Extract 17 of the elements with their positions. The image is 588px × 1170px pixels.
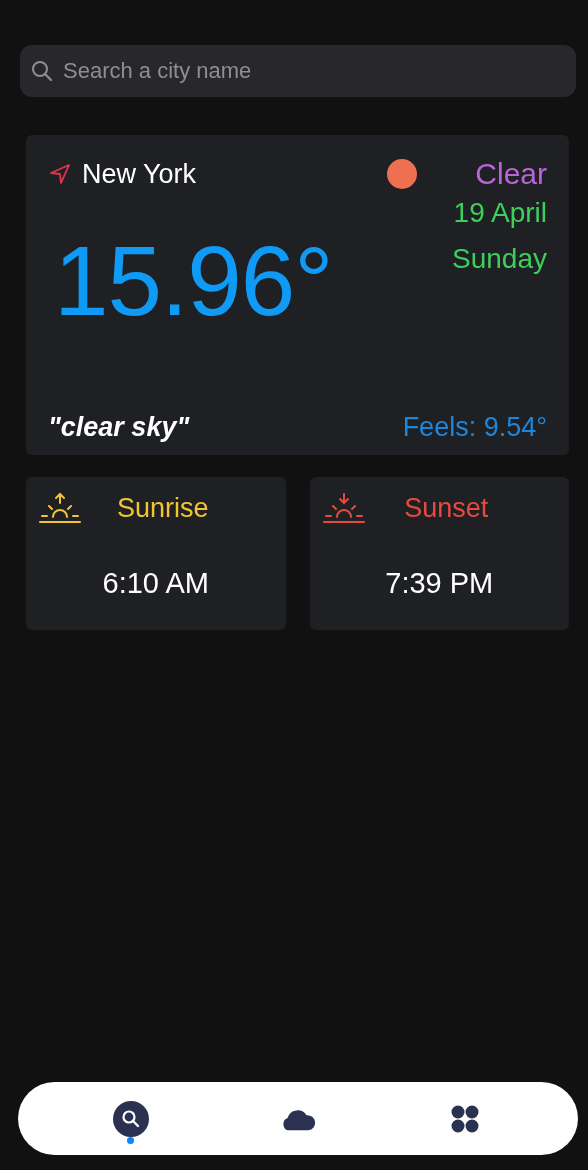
date-text: 19 April xyxy=(453,197,547,229)
time-text: 6:10 AM xyxy=(101,567,210,600)
feels-like-temperature: Feels: 9.54° xyxy=(402,412,547,443)
weather-description: "clear sky" xyxy=(48,412,190,443)
sun-icon xyxy=(387,159,418,189)
sunrise-label: Sunrise xyxy=(115,492,210,524)
weather-condition: Clear xyxy=(475,157,547,191)
weekday-text: Sunday xyxy=(452,243,547,275)
location-arrow-icon xyxy=(48,162,72,186)
temperature: 15.96° xyxy=(54,225,333,338)
time-text: 7:39 PM xyxy=(384,567,495,600)
search-field[interactable]: Search a city name xyxy=(20,45,576,97)
sunset-label: Sunset xyxy=(403,492,490,524)
search-tab[interactable] xyxy=(113,1100,150,1137)
active-indicator xyxy=(127,1136,135,1144)
grid-icon xyxy=(449,1103,480,1134)
city-name: New York xyxy=(82,158,197,190)
